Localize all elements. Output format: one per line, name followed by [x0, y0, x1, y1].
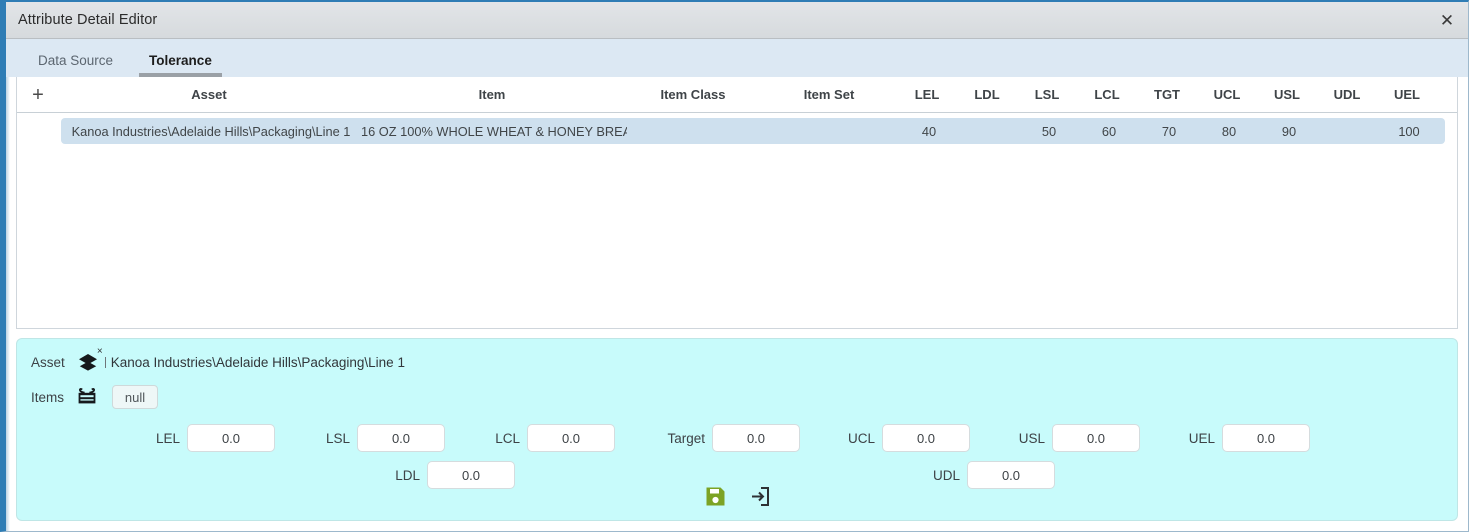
target-input[interactable] — [712, 424, 800, 452]
gift-box-icon-glyph — [78, 388, 96, 404]
asset-field-row: Asset × Kanoa Industries\Adelaide Hills\… — [17, 347, 1457, 375]
window-titlebar: Attribute Detail Editor ✕ — [6, 2, 1468, 39]
cell-lsl: 50 — [1041, 123, 1057, 139]
column-header-tgt[interactable]: TGT — [1137, 87, 1197, 102]
column-header-lcl[interactable]: LCL — [1077, 87, 1137, 102]
attribute-detail-editor-window: Attribute Detail Editor ✕ Data Source To… — [0, 0, 1469, 532]
cell-item: 16 OZ 100% WHOLE WHEAT & HONEY BREAD — [361, 123, 627, 139]
uel-input[interactable] — [1222, 424, 1310, 452]
window-title: Attribute Detail Editor — [18, 12, 158, 28]
column-header-item-set[interactable]: Item Set — [761, 87, 897, 102]
column-header-ucl[interactable]: UCL — [1197, 87, 1257, 102]
lcl-label: LCL — [495, 430, 520, 446]
tab-data-source[interactable]: Data Source — [20, 53, 131, 78]
layers-icon[interactable]: × — [73, 347, 103, 374]
ldl-label: LDL — [395, 467, 420, 483]
field-lcl: LCL — [445, 424, 615, 452]
column-header-lsl[interactable]: LSL — [1017, 87, 1077, 102]
detail-editor-panel: Asset × Kanoa Industries\Adelaide Hills\… — [16, 338, 1458, 521]
field-uel: UEL — [1140, 424, 1310, 452]
udl-label: UDL — [932, 467, 960, 483]
tolerance-inputs-row-1: LEL LSL LCL Target UCL USL — [17, 422, 1457, 454]
column-header-item-class[interactable]: Item Class — [625, 87, 761, 102]
grid-header-row: + Asset Item Item Class Item Set LEL LDL… — [17, 77, 1457, 113]
exit-arrow-icon-glyph — [751, 486, 769, 506]
usl-input[interactable] — [1052, 424, 1140, 452]
column-header-uel[interactable]: UEL — [1377, 87, 1437, 102]
close-icon[interactable]: ✕ — [1434, 8, 1460, 32]
field-usl: USL — [970, 424, 1140, 452]
field-target: Target — [615, 424, 800, 452]
items-field-row: Items null — [17, 384, 1457, 410]
cell-lel: 40 — [921, 123, 937, 139]
lel-input[interactable] — [187, 424, 275, 452]
add-row-button[interactable]: + — [17, 85, 59, 105]
save-floppy-icon-glyph — [706, 487, 724, 505]
target-label: Target — [667, 430, 705, 446]
lel-label: LEL — [155, 430, 180, 446]
ucl-label: UCL — [847, 430, 875, 446]
field-lel: LEL — [17, 424, 275, 452]
column-header-ldl[interactable]: LDL — [957, 87, 1017, 102]
lsl-input[interactable] — [357, 424, 445, 452]
lsl-label: LSL — [325, 430, 350, 446]
field-lsl: LSL — [275, 424, 445, 452]
tab-tolerance[interactable]: Tolerance — [131, 53, 230, 78]
detail-actions — [17, 484, 1457, 508]
field-ucl: UCL — [800, 424, 970, 452]
column-header-asset[interactable]: Asset — [59, 87, 359, 102]
cell-usl: 90 — [1281, 123, 1297, 139]
asset-remove-mark[interactable]: × — [97, 347, 103, 357]
save-floppy-icon[interactable] — [703, 484, 727, 508]
cell-tgt: 70 — [1161, 123, 1177, 139]
layers-icon-glyph — [78, 354, 97, 371]
asset-label: Asset — [31, 354, 65, 370]
column-header-lel[interactable]: LEL — [897, 87, 957, 102]
column-header-usl[interactable]: USL — [1257, 87, 1317, 102]
exit-arrow-icon[interactable] — [747, 484, 771, 508]
cell-asset: Kanoa Industries\Adelaide Hills\Packagin… — [71, 123, 351, 139]
asset-value: Kanoa Industries\Adelaide Hills\Packagin… — [110, 354, 405, 370]
items-label: Items — [31, 389, 65, 405]
cell-ucl: 80 — [1221, 123, 1237, 139]
lcl-input[interactable] — [527, 424, 615, 452]
column-header-udl[interactable]: UDL — [1317, 87, 1377, 102]
field-separator — [104, 356, 106, 368]
items-value-chip[interactable]: null — [112, 385, 159, 409]
ucl-input[interactable] — [882, 424, 970, 452]
tolerance-grid: + Asset Item Item Class Item Set LEL LDL… — [16, 77, 1458, 329]
usl-label: USL — [1018, 430, 1045, 446]
uel-label: UEL — [1188, 430, 1215, 446]
column-header-item[interactable]: Item — [359, 87, 625, 102]
cell-uel: 100 — [1398, 123, 1420, 139]
table-row[interactable]: Kanoa Industries\Adelaide Hills\Packagin… — [61, 118, 1445, 144]
cell-lcl: 60 — [1101, 123, 1117, 139]
tab-bar: Data Source Tolerance — [6, 39, 1468, 77]
gift-box-icon[interactable] — [72, 385, 102, 409]
